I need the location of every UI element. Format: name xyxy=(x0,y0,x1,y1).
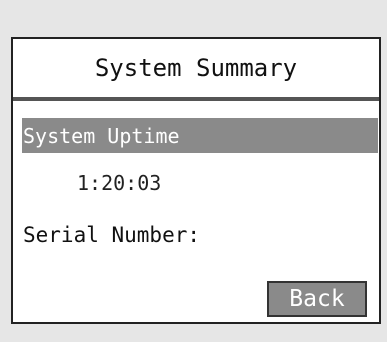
back-button[interactable]: Back xyxy=(267,281,367,317)
page-title: System Summary xyxy=(94,54,298,82)
uptime-label-row[interactable]: System Uptime xyxy=(22,118,378,153)
uptime-label: System Uptime xyxy=(23,123,180,148)
title-divider xyxy=(13,97,379,101)
device-frame: System Summary System Uptime 1:20:03 Ser… xyxy=(0,0,387,342)
uptime-value: 1:20:03 xyxy=(77,171,162,195)
serial-number-label: Serial Number: xyxy=(23,223,201,247)
summary-screen: System Summary System Uptime 1:20:03 Ser… xyxy=(11,37,381,324)
